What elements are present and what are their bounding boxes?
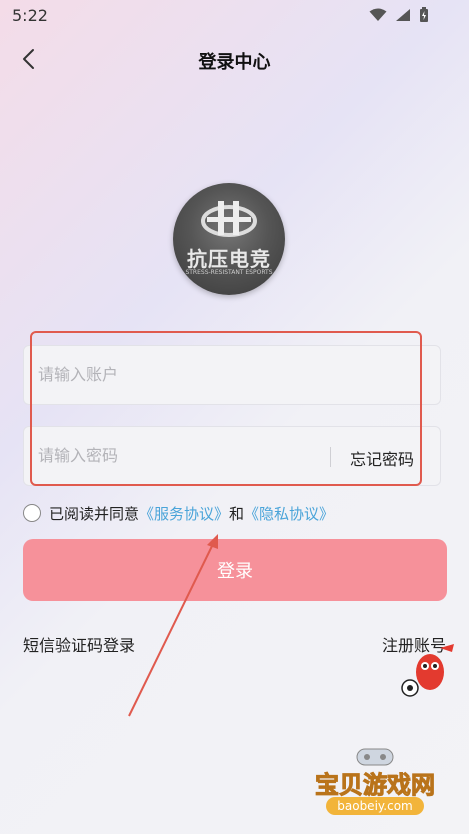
forgot-password-link[interactable]: 忘记密码 [350, 446, 414, 470]
password-input[interactable] [36, 445, 310, 466]
logo-emblem-icon [201, 201, 257, 237]
agreement-checkbox[interactable] [23, 504, 41, 522]
battery-icon [420, 7, 428, 22]
wifi-icon [369, 8, 387, 21]
mascot-icon [401, 644, 454, 697]
login-button[interactable]: 登录 [23, 539, 447, 601]
divider [330, 447, 331, 467]
page-title: 登录中心 [198, 52, 271, 73]
watermark-title: 宝贝游戏网 [315, 771, 436, 800]
watermark-url: baobeiy.com [326, 797, 424, 815]
account-input[interactable] [36, 364, 320, 385]
logo-title: 抗压电竞 [187, 247, 271, 271]
watermark: 宝贝游戏网 baobeiy.com [300, 745, 450, 825]
agreement-and: 和 [229, 504, 245, 523]
nav-bar: 登录中心 [0, 40, 469, 80]
agreement-prefix: 已阅读并同意 [49, 504, 140, 523]
status-icons [369, 7, 429, 23]
status-time: 5:22 [12, 6, 48, 25]
status-bar: 5:22 [0, 0, 469, 32]
sms-login-link[interactable]: 短信验证码登录 [23, 632, 135, 656]
agreement-row: 已阅读并同意 《服务协议》 和 《隐私协议》 [23, 502, 334, 524]
logo-subtitle: STRESS-RESISTANT ESPORTS [185, 269, 273, 276]
gamepad-icon [356, 748, 394, 766]
service-agreement-link[interactable]: 《服务协议》 [139, 503, 229, 524]
password-field: 忘记密码 [23, 426, 441, 486]
app-logo: 抗压电竞 STRESS-RESISTANT ESPORTS [173, 183, 285, 295]
signal-icon [396, 9, 410, 21]
privacy-agreement-link[interactable]: 《隐私协议》 [244, 503, 334, 524]
annotation-arrow [128, 534, 218, 717]
account-field [23, 345, 441, 405]
